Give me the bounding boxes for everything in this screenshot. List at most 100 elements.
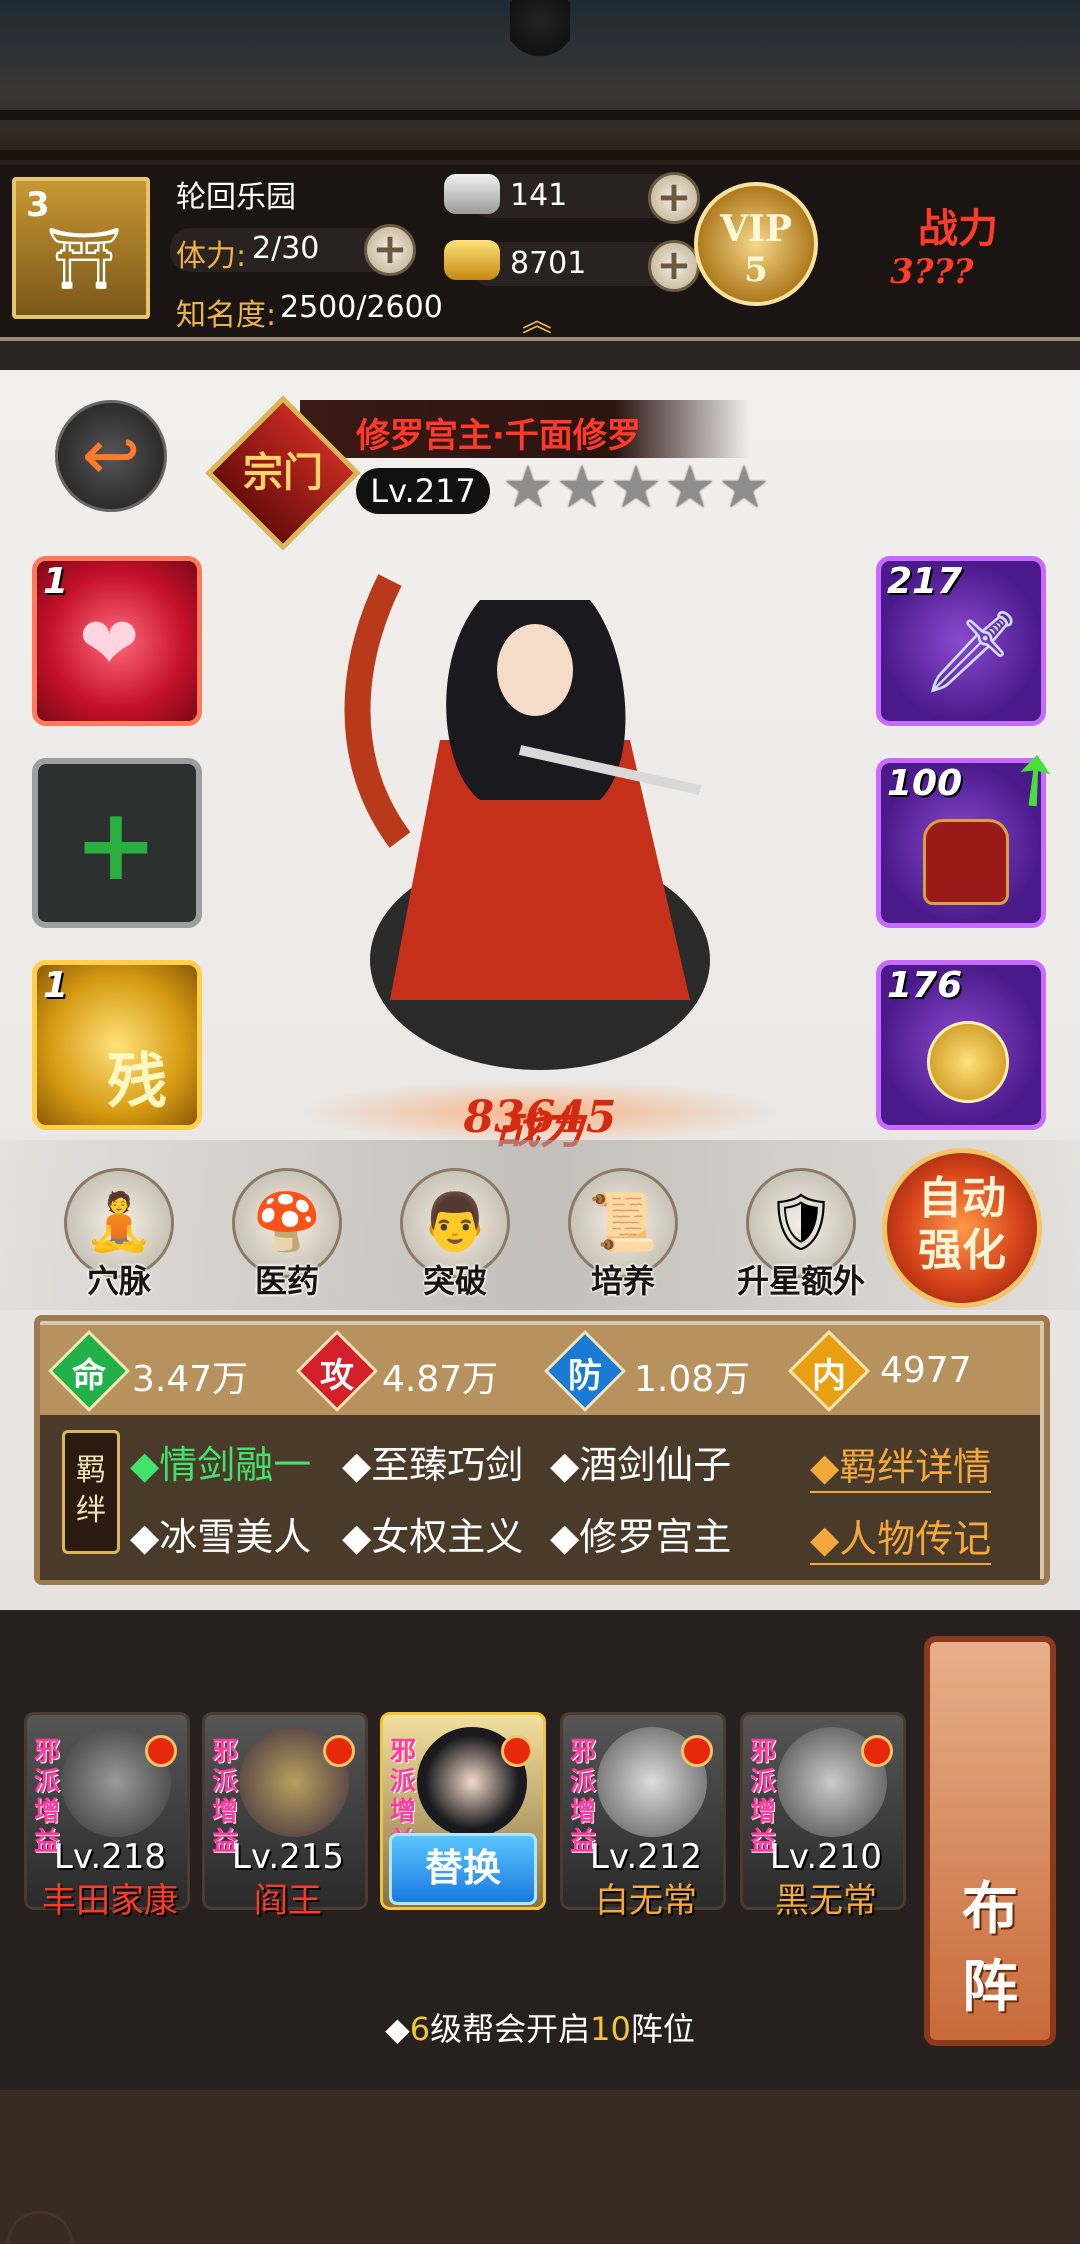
sword-icon: 🗡 — [921, 605, 1023, 698]
star-up-extra-button[interactable]: 🛡 升星额外 — [726, 1168, 876, 1318]
member-level: Lv.218 — [53, 1837, 167, 1877]
slot-count: 1 — [43, 965, 69, 1006]
guild-house-button[interactable]: 3 ⛩ — [12, 177, 150, 319]
star-icon: ★ — [718, 453, 770, 521]
member-level: Lv.210 — [769, 1837, 883, 1877]
silver-value: 141 — [510, 178, 568, 213]
train-button[interactable]: 📜 培养 — [558, 1168, 688, 1318]
jade-pendant-icon — [927, 1021, 1009, 1103]
inner-label: 内 — [812, 1356, 846, 1396]
member-name: 阎王 — [254, 1881, 322, 1921]
weapon-slot[interactable]: 217 🗡 — [876, 556, 1046, 726]
add-stamina-button[interactable]: + — [364, 224, 416, 276]
footer-pattern — [0, 2090, 1080, 2244]
unlock-level: 6 — [409, 2010, 431, 2048]
unlock-note: ◆6级帮会开启10阵位 — [0, 2004, 1080, 2050]
swap-button[interactable]: 替换 — [389, 1833, 537, 1905]
medicine-button[interactable]: 🍄 医药 — [222, 1168, 352, 1318]
star-icon: ★ — [556, 453, 608, 521]
bond-item: ◆酒剑仙子 — [550, 1443, 732, 1487]
formation-button[interactable]: 布 阵 — [924, 1636, 1056, 2046]
back-button[interactable]: ↩ — [55, 400, 167, 512]
breakthrough-button[interactable]: 👨 突破 — [390, 1168, 520, 1318]
bond-item: ◆情剑融一 — [130, 1443, 312, 1487]
team-member-card-selected[interactable]: 邪派增益 替换 — [380, 1712, 546, 1910]
attack-label: 攻 — [320, 1356, 354, 1396]
roof-decoration — [0, 0, 1080, 165]
bond-detail-link[interactable]: ◆羁绊详情 — [810, 1436, 992, 1493]
add-gold-button[interactable]: + — [648, 240, 700, 292]
hero-portrait — [344, 574, 710, 1070]
star-icon: ★ — [502, 453, 554, 521]
auto-enhance-button[interactable]: 自动 强化 — [882, 1148, 1042, 1308]
stamina-value: 2/30 — [252, 231, 320, 266]
empty-skill-slot[interactable]: + — [32, 758, 202, 928]
red-dot-icon — [145, 1735, 177, 1767]
member-name: 丰田家康 — [42, 1881, 178, 1921]
member-level: Lv.212 — [589, 1837, 703, 1877]
defense-label: 防 — [568, 1356, 602, 1396]
menu-label: 穴脉 — [86, 1262, 151, 1300]
bond-item: ◆冰雪美人 — [130, 1515, 312, 1559]
member-name: 黑无常 — [775, 1881, 877, 1921]
top-power-value: 3??? — [890, 252, 974, 292]
add-silver-button[interactable]: + — [648, 172, 700, 224]
hp-value: 3.47万 — [132, 1359, 249, 1400]
menu-label: 培养 — [590, 1262, 655, 1300]
house-level: 3 — [26, 185, 50, 225]
red-dot-icon — [323, 1735, 355, 1767]
unlock-suffix: 阵位 — [630, 2010, 695, 2048]
slot-count: 176 — [887, 965, 963, 1006]
vip-level: 5 — [744, 250, 768, 290]
roof-ornament-icon — [510, 0, 570, 70]
meridian-button[interactable]: 🧘 穴脉 — [54, 1168, 184, 1318]
bond-label: 羁绊 — [62, 1430, 120, 1554]
team-member-card[interactable]: 邪派增益 Lv.218 丰田家康 — [24, 1712, 190, 1921]
skill-slot-heart[interactable]: 1 ❤ — [32, 556, 202, 726]
red-dot-icon — [501, 1735, 533, 1767]
unlock-mid: 级帮会开启 — [430, 2010, 591, 2048]
unlock-count: 10 — [590, 2010, 631, 2048]
red-dot-icon — [861, 1735, 893, 1767]
auto-label-line2: 强化 — [918, 1225, 1006, 1276]
vip-button[interactable]: VIP 5 — [694, 182, 818, 306]
defense-value: 1.08万 — [634, 1359, 751, 1400]
gold-value: 8701 — [510, 246, 587, 281]
menu-label: 医药 — [254, 1262, 319, 1300]
heart-swirl-icon: ❤ — [79, 601, 140, 685]
slot-count: 1 — [43, 561, 69, 602]
star-icon: ★ — [610, 453, 662, 521]
sleeve-shape — [344, 574, 411, 848]
inner-value: 4977 — [880, 1350, 972, 1391]
fame-label: 知名度: — [176, 298, 277, 333]
gold-ingot-icon — [444, 240, 500, 280]
expand-chevron-icon[interactable]: ︽ — [522, 296, 552, 340]
vip-label: VIP — [720, 208, 792, 250]
face-shape — [497, 624, 573, 716]
team-member-card[interactable]: 邪派增益 Lv.210 黑无常 — [740, 1712, 906, 1921]
rank-badge-text: 宗门 — [243, 449, 323, 496]
hero-level: Lv.217 — [356, 468, 490, 514]
member-level: Lv.215 — [231, 1837, 345, 1877]
red-dot-icon — [681, 1735, 713, 1767]
hero-power-banner: 战力 83645 — [300, 1080, 780, 1154]
bond-item: ◆修罗宫主 — [550, 1515, 732, 1559]
formation-label-1: 布 — [962, 1876, 1018, 1942]
team-member-card[interactable]: 邪派增益 Lv.212 白无常 — [560, 1712, 726, 1921]
menu-label: 突破 — [422, 1262, 487, 1300]
slot-count: 217 — [887, 561, 963, 602]
skill-slot-remnant[interactable]: 1 残 — [32, 960, 202, 1130]
biography-link[interactable]: ◆人物传记 — [810, 1508, 992, 1565]
member-name: 白无常 — [595, 1881, 697, 1921]
team-member-card[interactable]: 邪派增益 Lv.215 阎王 — [202, 1712, 368, 1921]
add-plus-icon: + — [74, 786, 158, 903]
auto-label-line1: 自动 — [918, 1173, 1006, 1224]
hero-name: 修罗宫主·千面修罗 — [356, 416, 641, 456]
top-power-label: 战力 — [918, 205, 998, 252]
hero-power-value: 83645 — [463, 1092, 617, 1143]
pavilion-icon: ⛩ — [46, 224, 123, 294]
bond-item: ◆至臻巧剑 — [342, 1443, 524, 1487]
stamina-label: 体力: — [176, 239, 247, 274]
accessory-slot[interactable]: 176 — [876, 960, 1046, 1130]
hero-name-banner: 修罗宫主·千面修罗 — [300, 400, 750, 458]
